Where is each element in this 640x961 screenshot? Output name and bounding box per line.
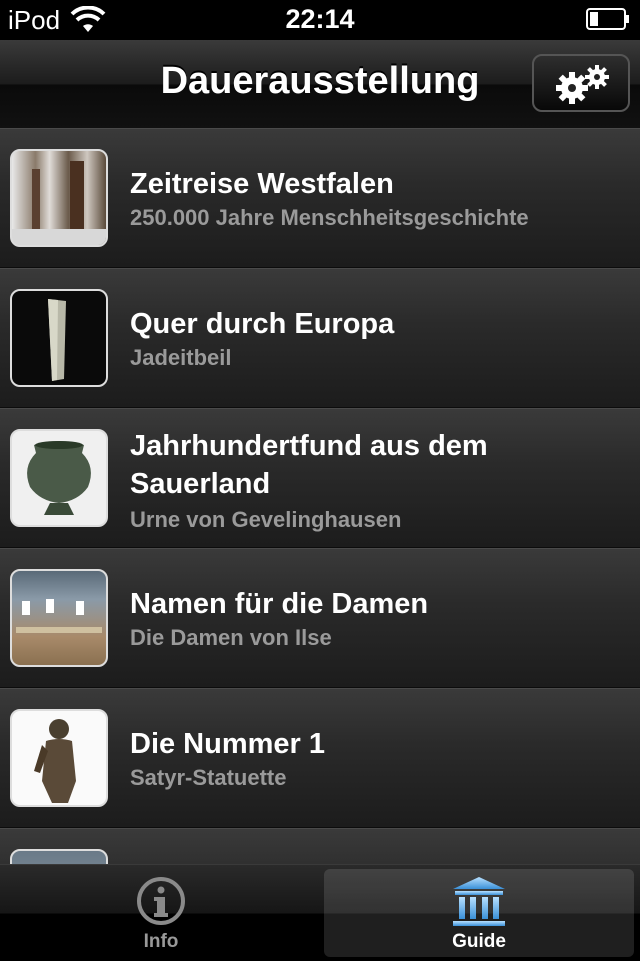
exhibit-list: Zeitreise Westfalen 250.000 Jahre Mensch… <box>0 128 640 864</box>
museum-icon <box>453 877 505 926</box>
exhibit-thumbnail <box>10 429 108 527</box>
list-item-subtitle: 250.000 Jahre Menschheitsgeschichte <box>130 205 529 230</box>
battery-icon <box>586 8 629 30</box>
exhibit-thumbnail <box>10 149 108 247</box>
list-item[interactable]: Zeitreise Westfalen 250.000 Jahre Mensch… <box>0 128 640 268</box>
list-item-title: Zeitreise Westfalen <box>130 168 394 200</box>
exhibit-thumbnail <box>10 849 108 864</box>
list-item[interactable]: Die Nummer 1 Satyr-Statuette <box>0 688 640 828</box>
list-item-title: Quer durch Europa <box>130 308 395 340</box>
list-item[interactable]: Namen für die Damen Die Damen von Ilse <box>0 548 640 688</box>
tab-label: Info <box>143 931 179 952</box>
tab-info[interactable]: Info <box>6 869 316 957</box>
exhibit-thumbnail <box>10 289 108 387</box>
status-bar: iPod 22:14 <box>0 0 640 40</box>
list-item-title: Namen für die Damen <box>130 588 429 620</box>
info-icon <box>137 877 185 925</box>
list-item-subtitle: Jadeitbeil <box>130 345 232 370</box>
list-item[interactable]: Jahrhundertfund aus dem Sauerland Urne v… <box>0 408 640 548</box>
list-item-subtitle: Satyr-Statuette <box>130 765 287 790</box>
settings-button[interactable] <box>532 54 630 112</box>
tab-bar: Info Guide <box>0 864 640 961</box>
list-item-title: Die Nummer 1 <box>130 728 326 760</box>
list-item-subtitle: Die Damen von Ilse <box>130 625 332 650</box>
list-item[interactable] <box>0 828 640 864</box>
tab-label: Guide <box>452 931 506 952</box>
list-item[interactable]: Quer durch Europa Jadeitbeil <box>0 268 640 408</box>
exhibit-thumbnail <box>10 709 108 807</box>
navigation-bar: Dauerausstellung <box>0 40 640 129</box>
list-item-title: Jahrhundertfund aus dem Sauerland <box>130 430 488 500</box>
gear-icon <box>556 65 609 104</box>
clock: 22:14 <box>285 4 355 34</box>
exhibit-thumbnail <box>10 569 108 667</box>
tab-guide[interactable]: Guide <box>324 869 634 957</box>
list-item-subtitle: Urne von Gevelinghausen <box>130 507 402 532</box>
